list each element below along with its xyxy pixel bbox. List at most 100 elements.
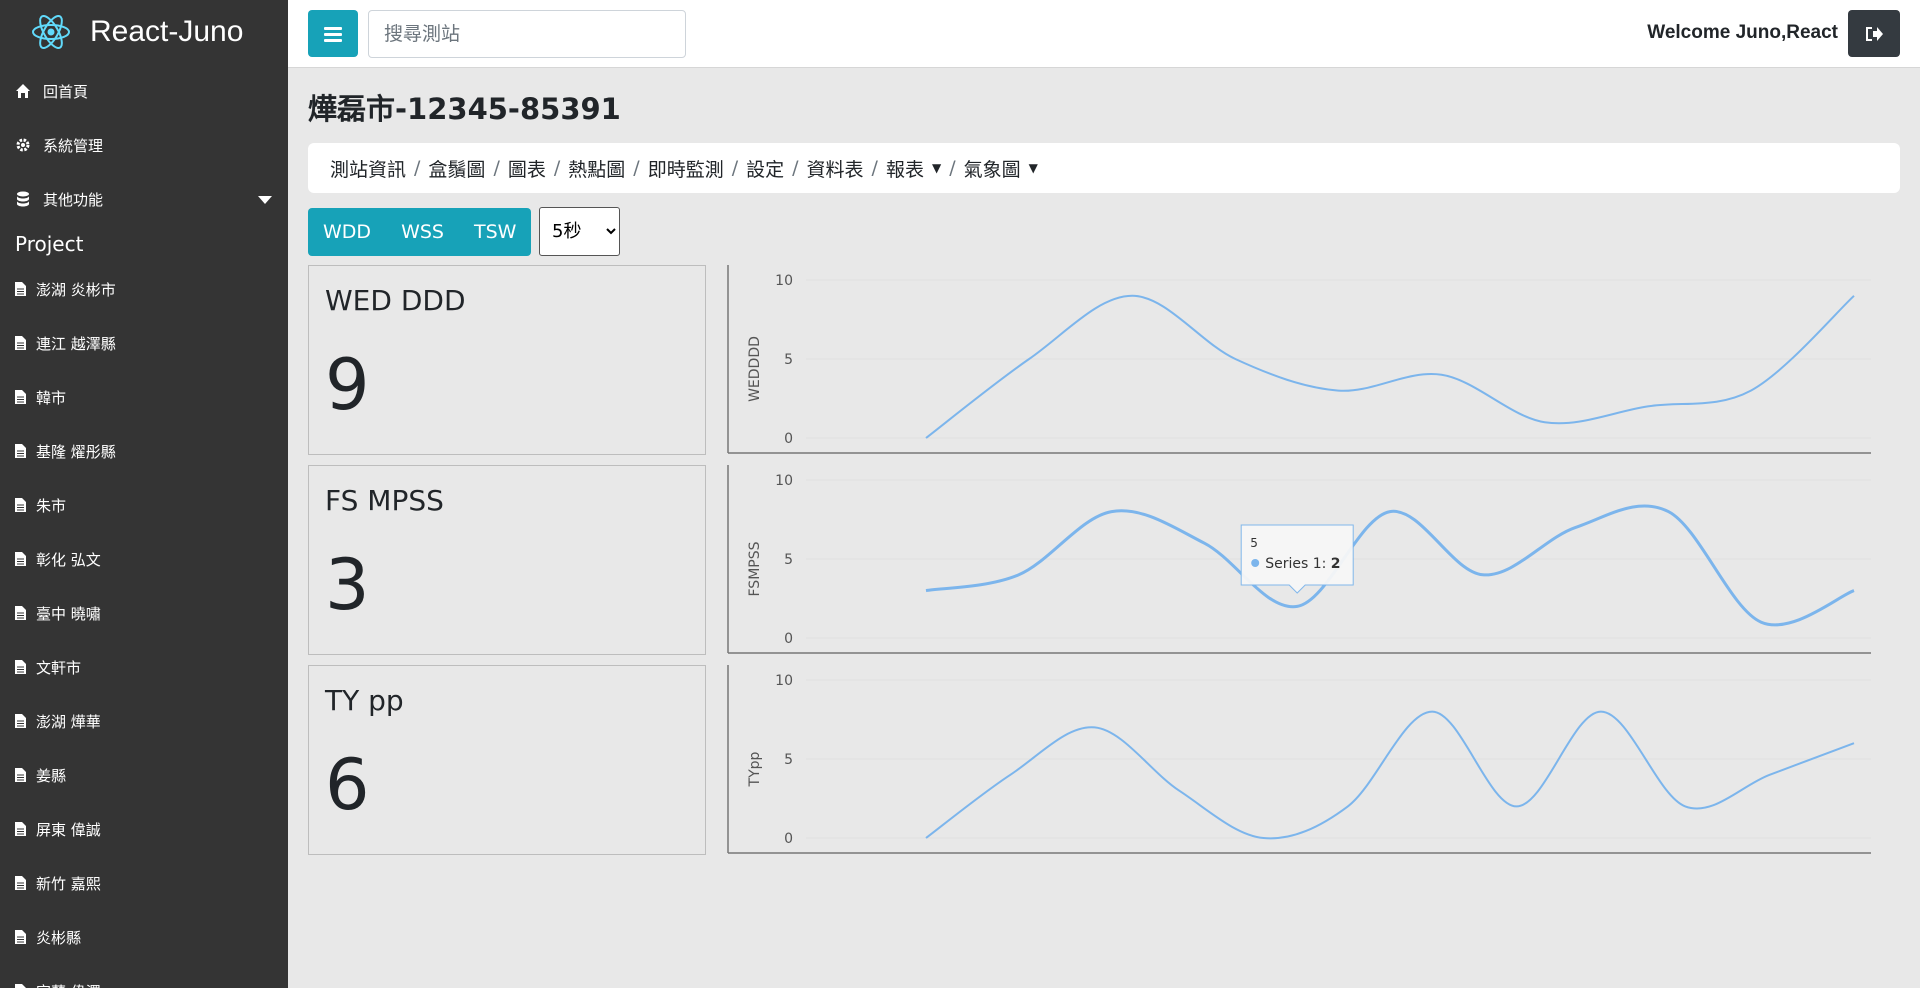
tab-realtime[interactable]: 即時監測	[648, 155, 724, 182]
wdd-button[interactable]: WDD	[308, 208, 386, 256]
sidebar-project-item[interactable]: 炎彬縣	[0, 910, 288, 964]
file-icon	[15, 390, 26, 404]
y-tick-label: 0	[784, 631, 793, 647]
sidebar-project-item[interactable]: 臺中 曉嘯	[0, 586, 288, 640]
home-icon	[15, 83, 31, 99]
tab-station-info[interactable]: 測站資訊	[330, 155, 406, 182]
project-list: 澎湖 炎彬市 連江 越澤縣 韓市基隆 燿彤縣 朱市彰化 弘文臺中 曉嘯文軒市澎湖 燁華…	[0, 262, 288, 988]
file-icon	[15, 660, 26, 674]
file-icon	[15, 714, 26, 728]
caret-down-icon: ▼	[931, 161, 942, 175]
sensor-button-group: WDD WSS TSW	[308, 208, 532, 256]
tab-boxplot[interactable]: 盒鬚圖	[428, 155, 485, 182]
sidebar-project-item[interactable]: 基隆 燿彤縣	[0, 424, 288, 478]
file-icon	[15, 282, 26, 296]
y-axis-label: WEDDDD	[747, 336, 763, 402]
sidebar-project-label: 屏東 偉誠	[36, 820, 101, 839]
file-icon	[15, 984, 26, 988]
sidebar-project-item[interactable]: 屏東 偉誠	[0, 802, 288, 856]
tab-report-label: 報表	[885, 158, 924, 181]
sidebar-item-label: 系統管理	[43, 136, 104, 155]
sidebar-item-home[interactable]: 回首頁	[0, 64, 288, 118]
series-marker-icon	[1251, 559, 1260, 567]
menu-toggle-button[interactable]	[308, 10, 358, 57]
tab-weather-label: 氣象圖	[963, 158, 1021, 181]
sidebar-project-label: 基隆 燿彤縣	[36, 442, 116, 461]
tooltip-series-name: Series 1: 2	[1265, 556, 1340, 572]
card-value: 9	[325, 344, 370, 426]
separator: /	[553, 157, 561, 179]
sidebar-project-label: 彰化 弘文	[36, 550, 101, 569]
chart-tooltip: 5 Series 1: 2	[1240, 524, 1354, 594]
sidebar-project-item[interactable]: 新竹 嘉熙	[0, 856, 288, 910]
y-tick-label: 5	[784, 552, 793, 568]
sidebar-project-item[interactable]: 宜蘭 偉澤	[0, 964, 288, 988]
sidebar-project-label: 朱市	[36, 496, 67, 515]
sidebar-project-label: 澎湖 炎彬市	[36, 280, 116, 299]
line-chart-wedddd[interactable]: 0 5 10 WEDDDD	[726, 265, 1881, 455]
y-axis-label: FSMPSS	[747, 541, 763, 596]
page-title: 燁磊市-12345-85391	[308, 92, 621, 126]
separator: /	[792, 157, 799, 179]
sidebar-project-item[interactable]: 彰化 弘文	[0, 532, 288, 586]
station-nav: 測站資訊 / 盒鬚圖 / 圖表 / 熱點圖 / 即時監測 / 設定 / 資料表 …	[308, 143, 1900, 193]
value-card-ty-pp: TY pp 6	[308, 665, 706, 855]
sidebar-project-item[interactable]: 連江 越澤縣	[0, 316, 288, 370]
line-chart-fsmpss[interactable]: 0 5 10 FSMPSS 5 Series 1: 2	[726, 465, 1881, 655]
sidebar-project-item[interactable]: 姜縣	[0, 748, 288, 802]
y-tick-label: 5	[784, 352, 793, 368]
separator: /	[949, 157, 956, 179]
brand-name: React-Juno	[90, 15, 244, 48]
tab-weather[interactable]: 氣象圖 ▼	[964, 155, 1038, 182]
interval-select[interactable]: 5秒	[539, 207, 620, 256]
sidebar-project-item[interactable]: 澎湖 炎彬市	[0, 262, 288, 316]
separator: /	[633, 157, 640, 179]
sidebar-project-item[interactable]: 文軒市	[0, 640, 288, 694]
line-chart-typp[interactable]: 0 5 10 TYpp	[726, 665, 1881, 855]
caret-down-icon: ▼	[1028, 161, 1038, 175]
tab-heatmap[interactable]: 熱點圖	[568, 155, 625, 182]
tooltip-value: 2	[1331, 556, 1341, 572]
file-icon	[15, 498, 26, 512]
caret-down-icon	[258, 190, 272, 208]
tab-chart[interactable]: 圖表	[508, 155, 546, 182]
file-icon	[15, 768, 26, 782]
value-card-fs-mpss: FS MPSS 3	[308, 465, 706, 655]
sidebar-project-label: 宜蘭 偉澤	[36, 981, 101, 988]
y-tick-label: 0	[784, 831, 793, 847]
sidebar: React-Juno 回首頁 系統管理 其他功能 Project 澎湖 炎彬市連…	[0, 0, 288, 988]
tab-datatable[interactable]: 資料表	[807, 155, 864, 182]
sidebar-project-label: 連江 越澤縣	[36, 334, 116, 353]
sidebar-project-label: 韓市	[36, 388, 67, 407]
project-section-label: Project	[15, 232, 84, 256]
sidebar-project-item[interactable]: 澎湖 燁華	[0, 694, 288, 748]
sidebar-item-system[interactable]: 系統管理	[0, 118, 288, 172]
logout-button[interactable]	[1848, 10, 1900, 57]
tab-report[interactable]: 報表 ▼	[886, 155, 941, 182]
database-icon	[15, 191, 31, 207]
line-chart-svg: 0 5 10 FSMPSS 5 Series 1: 2	[727, 465, 1871, 654]
search-input[interactable]	[368, 10, 686, 58]
sidebar-item-other[interactable]: 其他功能	[0, 172, 288, 226]
sidebar-project-label: 炎彬縣	[36, 928, 82, 947]
wss-button[interactable]: WSS	[386, 208, 459, 256]
line-chart-svg: 0 5 10 WEDDDD	[727, 265, 1871, 454]
tab-settings[interactable]: 設定	[746, 155, 784, 182]
file-icon	[15, 552, 26, 566]
react-logo-icon	[32, 15, 70, 49]
sidebar-project-label: 臺中 曉嘯	[36, 604, 101, 623]
sidebar-item-label: 其他功能	[43, 190, 104, 209]
file-icon	[15, 336, 26, 350]
file-icon	[15, 822, 26, 836]
card-value: 6	[325, 744, 370, 826]
sidebar-project-item[interactable]: 韓市	[0, 370, 288, 424]
y-tick-label: 0	[784, 431, 793, 447]
tsw-button[interactable]: TSW	[459, 208, 531, 256]
sidebar-project-label: 澎湖 燁華	[36, 712, 101, 731]
file-icon	[15, 444, 26, 458]
separator: /	[493, 157, 500, 179]
value-card-wed-ddd: WED DDD 9	[308, 265, 706, 455]
sidebar-project-item[interactable]: 朱市	[0, 478, 288, 532]
series-line	[925, 710, 1855, 840]
brand[interactable]: React-Juno	[0, 0, 288, 64]
